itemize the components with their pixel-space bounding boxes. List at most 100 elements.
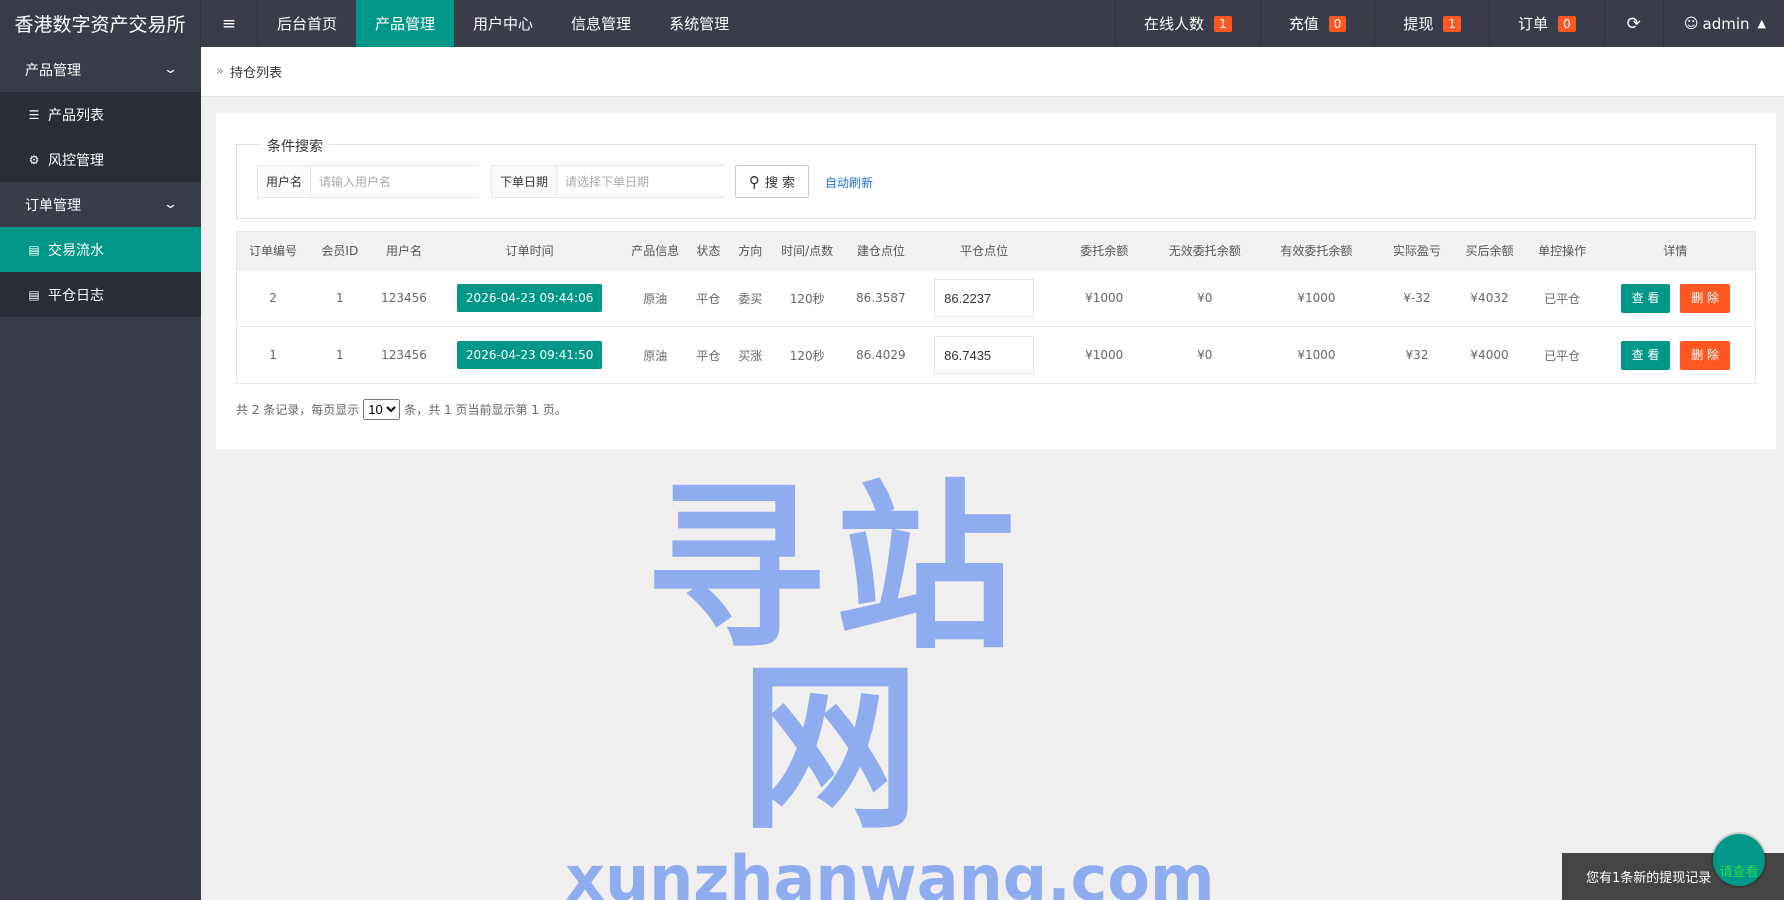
- sidebar: 产品管理 ⌄ ☰ 产品列表 ⚙ 风控管理 订单管理 ⌄ ▤ 交易流水 ▤ 平仓日…: [0, 47, 201, 900]
- sidebar-group-orders[interactable]: 订单管理 ⌄: [0, 182, 201, 227]
- cell-actions: 查 看 删 除: [1595, 326, 1756, 384]
- cell-balance: ¥4000: [1450, 326, 1529, 384]
- page-size-select[interactable]: 10: [363, 399, 401, 420]
- online-users-label: 在线人数: [1144, 15, 1205, 33]
- view-button[interactable]: 查 看: [1620, 340, 1671, 370]
- col-detail: 详情: [1595, 231, 1756, 270]
- sidebar-group-product[interactable]: 产品管理 ⌄: [0, 47, 201, 92]
- col-status: 状态: [688, 231, 728, 270]
- cell-order-time: 2026-04-23 09:41:50: [437, 326, 622, 384]
- cell-valid-entrust: ¥1000: [1249, 269, 1384, 327]
- file-icon: ▤: [28, 242, 40, 257]
- header-right: 在线人数 1 充值 0 提现 1 订单 0 ⟳ ☺ admin ▲: [1115, 0, 1784, 47]
- cell-order-time: 2026-04-23 09:44:06: [437, 269, 622, 327]
- pager-suffix: 条，共 1 页当前显示第 1 页。: [404, 403, 567, 417]
- username-input[interactable]: [311, 166, 482, 197]
- chevron-down-icon: ⌄: [162, 62, 179, 77]
- cell-status: 平仓: [688, 269, 728, 327]
- top-nav: 后台首页 产品管理 用户中心 信息管理 系统管理: [258, 0, 748, 47]
- notice-circle-text: 请查看: [1719, 865, 1759, 880]
- search-legend: 条件搜索: [261, 136, 329, 156]
- refresh-icon[interactable]: ⟳: [1603, 0, 1663, 47]
- orders-badge: 0: [1558, 15, 1576, 32]
- sidebar-item-risk-control[interactable]: ⚙ 风控管理: [0, 137, 201, 182]
- cell-valid-entrust: ¥1000: [1249, 326, 1384, 384]
- order-time-badge: 2026-04-23 09:44:06: [456, 284, 603, 312]
- close-price-input[interactable]: [934, 279, 1035, 317]
- col-direction: 方向: [727, 231, 773, 270]
- main-panel: 条件搜索 用户名 下单日期 ⚲ 搜 索 自动刷新 订单编号 会员ID 用户名 订…: [216, 113, 1776, 449]
- watermark-cn: 寻站网: [644, 465, 1025, 854]
- user-menu[interactable]: ☺ admin ▲: [1662, 0, 1784, 47]
- nav-info-management[interactable]: 信息管理: [552, 0, 650, 47]
- user-name: admin: [1702, 14, 1750, 33]
- sidebar-item-label: 交易流水: [48, 242, 104, 259]
- close-price-input[interactable]: [934, 336, 1035, 374]
- table-row: 2 1 123456 2026-04-23 09:44:06 原油 平仓 委买 …: [236, 269, 1756, 327]
- cell-actions: 查 看 删 除: [1595, 269, 1756, 327]
- search-button[interactable]: ⚲ 搜 索: [735, 165, 809, 198]
- menu-toggle-icon[interactable]: ≡: [200, 0, 258, 47]
- recharge[interactable]: 充值 0: [1259, 0, 1375, 47]
- col-balance: 买后余额: [1450, 231, 1529, 270]
- pager-prefix: 共 2 条记录，每页显示: [236, 403, 360, 417]
- user-icon: ☺: [1683, 15, 1699, 32]
- cell-product: 原油: [621, 326, 689, 384]
- col-order-id: 订单编号: [236, 231, 310, 270]
- cell-member-id: 1: [309, 326, 371, 384]
- sidebar-item-label: 风控管理: [48, 152, 104, 169]
- auto-refresh-link[interactable]: 自动刷新: [825, 174, 873, 191]
- file-icon: ▤: [28, 287, 40, 302]
- sidebar-group-label: 订单管理: [25, 197, 81, 214]
- cell-member-id: 1: [309, 269, 371, 327]
- orders[interactable]: 订单 0: [1489, 0, 1604, 47]
- gear-icon: ⚙: [28, 152, 40, 167]
- search-icon: ⚲: [748, 172, 760, 191]
- col-pnl: 实际盈亏: [1383, 231, 1451, 270]
- app-logo[interactable]: 香港数字资产交易所: [0, 0, 200, 47]
- order-date-input[interactable]: [557, 166, 726, 197]
- username-field: 用户名: [257, 165, 482, 198]
- chevron-up-icon: ▲: [1757, 17, 1766, 30]
- username-label: 用户名: [258, 166, 312, 197]
- top-header: 香港数字资产交易所 ≡ 后台首页 产品管理 用户中心 信息管理 系统管理 在线人…: [0, 0, 1784, 47]
- withdraw-label: 提现: [1403, 15, 1434, 33]
- delete-button[interactable]: 删 除: [1680, 340, 1731, 370]
- online-users-badge: 1: [1214, 15, 1232, 32]
- breadcrumb-current[interactable]: 持仓列表: [230, 62, 282, 81]
- nav-home[interactable]: 后台首页: [258, 0, 356, 47]
- order-date-label: 下单日期: [492, 166, 558, 197]
- sidebar-item-trade-flow[interactable]: ▤ 交易流水: [0, 227, 201, 272]
- cell-username: 123456: [370, 326, 438, 384]
- notice-view-button[interactable]: 请查看: [1713, 834, 1765, 886]
- nav-user-center[interactable]: 用户中心: [454, 0, 552, 47]
- notice-text: 您有1条新的提现记录: [1586, 871, 1712, 886]
- chevron-down-icon: ⌄: [162, 197, 179, 212]
- nav-system-management[interactable]: 系统管理: [650, 0, 748, 47]
- col-valid-entrust: 有效委托余额: [1249, 231, 1384, 270]
- cell-close-price: [919, 269, 1049, 327]
- cell-invalid-entrust: ¥0: [1160, 269, 1250, 327]
- orders-label: 订单: [1518, 15, 1549, 33]
- cell-open-price: 86.4029: [841, 326, 920, 384]
- sidebar-item-product-list[interactable]: ☰ 产品列表: [0, 92, 201, 137]
- withdraw-badge: 1: [1443, 15, 1462, 32]
- cell-close-price: [919, 326, 1049, 384]
- cell-invalid-entrust: ¥0: [1160, 326, 1250, 384]
- nav-product-management[interactable]: 产品管理: [356, 0, 455, 47]
- table-row: 1 1 123456 2026-04-23 09:41:50 原油 平仓 买涨 …: [236, 326, 1756, 384]
- col-member-id: 会员ID: [309, 231, 371, 270]
- watermark: 寻站网 xunzhanwang.com: [565, 465, 1215, 900]
- cell-order-id: 1: [236, 326, 310, 384]
- view-button[interactable]: 查 看: [1620, 283, 1671, 313]
- pagination: 共 2 条记录，每页显示 10 条，共 1 页当前显示第 1 页。: [236, 399, 567, 420]
- sidebar-item-close-log[interactable]: ▤ 平仓日志: [0, 272, 201, 317]
- delete-button[interactable]: 删 除: [1680, 283, 1731, 313]
- order-date-field: 下单日期: [491, 165, 726, 198]
- layers-icon: ☰: [28, 107, 40, 122]
- online-users[interactable]: 在线人数 1: [1115, 0, 1260, 47]
- sidebar-group-label: 产品管理: [25, 62, 81, 79]
- sidebar-item-label: 平仓日志: [48, 287, 104, 304]
- cell-control: 已平仓: [1528, 326, 1596, 384]
- withdraw[interactable]: 提现 1: [1374, 0, 1489, 47]
